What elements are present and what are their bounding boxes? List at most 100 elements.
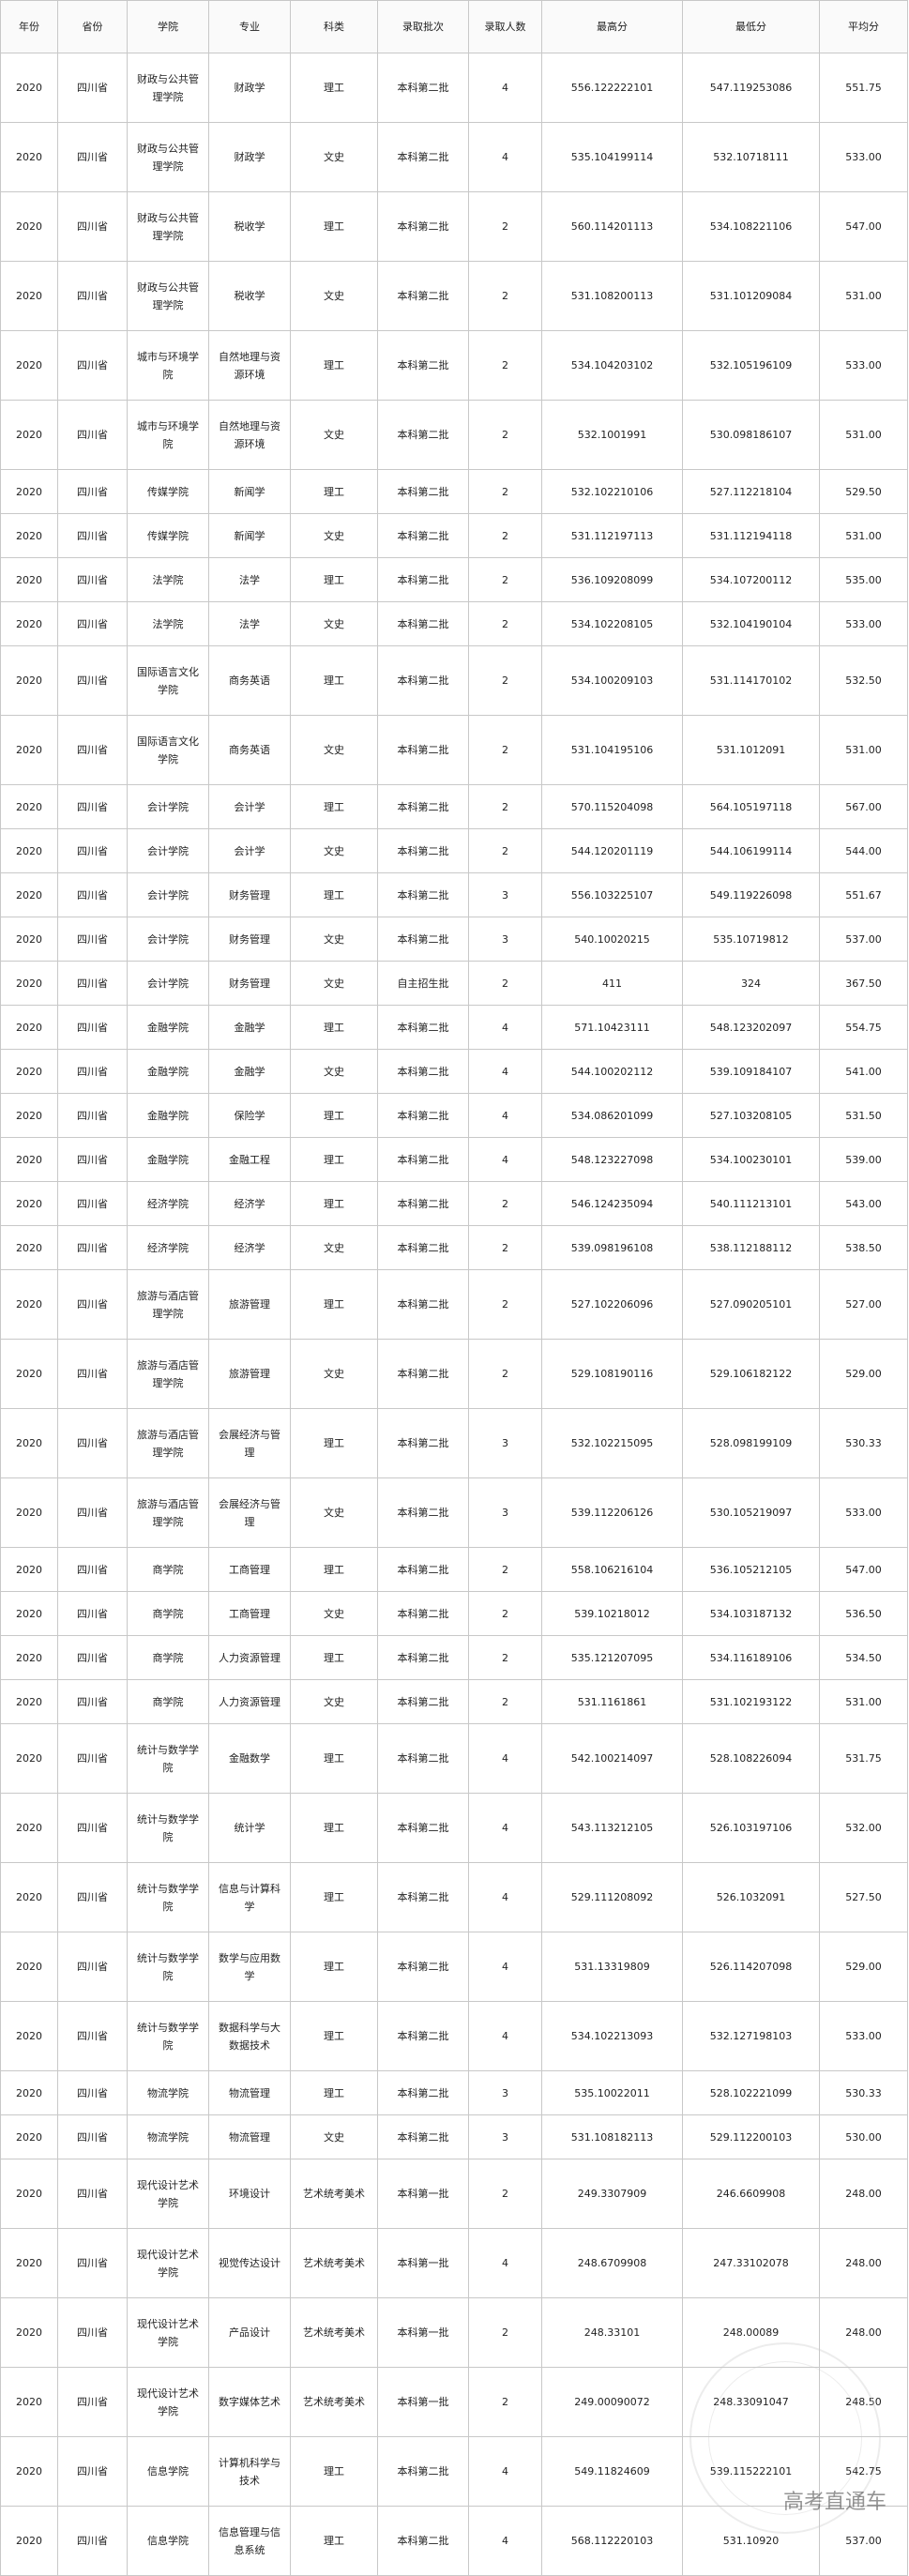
- cell-major: 旅游管理: [208, 1269, 291, 1340]
- cell-college: 会计学院: [127, 828, 209, 873]
- cell-category: 文史: [290, 1477, 378, 1548]
- cell-batch: 本科第二批: [377, 601, 469, 646]
- cell-college: 旅游与酒店管理学院: [127, 1269, 209, 1340]
- cell-count: 2: [468, 557, 542, 602]
- cell-batch: 本科第二批: [377, 261, 469, 331]
- cell-max-score: 248.6709908: [541, 2228, 683, 2298]
- cell-max-score: 544.100202112: [541, 1049, 683, 1094]
- table-row: 2020 四川省 会计学院 财务管理 理工 本科第二批 3 556.103225107 549.…: [0, 872, 908, 917]
- cell-year: 2020: [0, 1225, 58, 1270]
- cell-max-score: 535.121207095: [541, 1635, 683, 1680]
- cell-category: 理工: [290, 2070, 378, 2115]
- cell-province: 四川省: [57, 400, 128, 470]
- cell-count: 4: [468, 1862, 542, 1932]
- cell-batch: 本科第一批: [377, 2367, 469, 2437]
- cell-batch: 本科第二批: [377, 1591, 469, 1636]
- cell-count: 4: [468, 1049, 542, 1094]
- table-row: 2020 四川省 财政与公共管理学院 财政学 文史 本科第二批 4 535.104199114…: [0, 122, 908, 192]
- cell-college: 物流学院: [127, 2070, 209, 2115]
- table-row: 2020 四川省 现代设计艺术学院 视觉传达设计 艺术统考美术 本科第一批 4 248.670…: [0, 2228, 908, 2298]
- table-row: 2020 四川省 商学院 人力资源管理 理工 本科第二批 2 535.121207095 534…: [0, 1635, 908, 1680]
- header-batch: 录取批次: [377, 0, 469, 53]
- cell-count: 2: [468, 191, 542, 262]
- cell-batch: 本科第一批: [377, 2159, 469, 2229]
- cell-category: 理工: [290, 1005, 378, 1050]
- cell-major: 物流管理: [208, 2070, 291, 2115]
- cell-province: 四川省: [57, 1225, 128, 1270]
- cell-college: 现代设计艺术学院: [127, 2297, 209, 2368]
- cell-province: 四川省: [57, 1591, 128, 1636]
- header-max-score: 最高分: [541, 0, 683, 53]
- cell-min-score: 544.106199114: [682, 828, 820, 873]
- table-row: 2020 四川省 城市与环境学院 自然地理与资源环境 文史 本科第二批 2 532.10019…: [0, 400, 908, 470]
- cell-max-score: 249.00090072: [541, 2367, 683, 2437]
- cell-category: 文史: [290, 1225, 378, 1270]
- cell-avg-score: 531.00: [819, 400, 908, 470]
- cell-min-score: 526.103197106: [682, 1793, 820, 1863]
- table-row: 2020 四川省 财政与公共管理学院 税收学 文史 本科第二批 2 531.108200113…: [0, 261, 908, 331]
- cell-major: 法学: [208, 557, 291, 602]
- cell-college: 物流学院: [127, 2114, 209, 2159]
- cell-year: 2020: [0, 1339, 58, 1409]
- cell-category: 理工: [290, 191, 378, 262]
- cell-max-score: 531.104195106: [541, 715, 683, 785]
- cell-max-score: 532.1001991: [541, 400, 683, 470]
- cell-max-score: 531.112197113: [541, 513, 683, 558]
- cell-college: 金融学院: [127, 1137, 209, 1182]
- cell-year: 2020: [0, 2114, 58, 2159]
- cell-major: 会展经济与管理: [208, 1408, 291, 1478]
- cell-avg-score: 530.33: [819, 2070, 908, 2115]
- cell-batch: 本科第二批: [377, 122, 469, 192]
- cell-avg-score: 531.00: [819, 1679, 908, 1724]
- cell-min-score: 528.098199109: [682, 1408, 820, 1478]
- table-row: 2020 四川省 财政与公共管理学院 财政学 理工 本科第二批 4 556.122222101…: [0, 53, 908, 123]
- cell-min-score: 528.102221099: [682, 2070, 820, 2115]
- cell-min-score: 532.104190104: [682, 601, 820, 646]
- cell-count: 2: [468, 828, 542, 873]
- cell-batch: 本科第一批: [377, 2228, 469, 2298]
- cell-college: 旅游与酒店管理学院: [127, 1339, 209, 1409]
- cell-major: 新闻学: [208, 469, 291, 514]
- cell-college: 统计与数学学院: [127, 2001, 209, 2071]
- cell-major: 数据科学与大数据技术: [208, 2001, 291, 2071]
- cell-count: 4: [468, 1723, 542, 1794]
- header-college: 学院: [127, 0, 209, 53]
- cell-province: 四川省: [57, 601, 128, 646]
- cell-year: 2020: [0, 469, 58, 514]
- cell-category: 文史: [290, 601, 378, 646]
- cell-province: 四川省: [57, 191, 128, 262]
- cell-province: 四川省: [57, 2228, 128, 2298]
- cell-major: 金融学: [208, 1049, 291, 1094]
- cell-category: 理工: [290, 1862, 378, 1932]
- cell-year: 2020: [0, 601, 58, 646]
- cell-category: 理工: [290, 1408, 378, 1478]
- cell-college: 现代设计艺术学院: [127, 2159, 209, 2229]
- cell-major: 商务英语: [208, 715, 291, 785]
- cell-count: 3: [468, 872, 542, 917]
- cell-year: 2020: [0, 2001, 58, 2071]
- cell-major: 财务管理: [208, 961, 291, 1006]
- cell-year: 2020: [0, 1049, 58, 1094]
- cell-major: 旅游管理: [208, 1339, 291, 1409]
- cell-min-score: 534.107200112: [682, 557, 820, 602]
- cell-avg-score: 248.00: [819, 2159, 908, 2229]
- watermark-text: 高考直通车: [782, 2491, 886, 2514]
- cell-category: 文史: [290, 715, 378, 785]
- cell-province: 四川省: [57, 1181, 128, 1226]
- cell-year: 2020: [0, 2070, 58, 2115]
- cell-avg-score: 531.50: [819, 1093, 908, 1138]
- cell-min-score: 527.103208105: [682, 1093, 820, 1138]
- cell-batch: 本科第二批: [377, 2001, 469, 2071]
- cell-major: 税收学: [208, 261, 291, 331]
- cell-max-score: 529.111208092: [541, 1862, 683, 1932]
- cell-avg-score: 533.00: [819, 1477, 908, 1548]
- cell-min-score: 534.100230101: [682, 1137, 820, 1182]
- header-province: 省份: [57, 0, 128, 53]
- cell-avg-score: 534.50: [819, 1635, 908, 1680]
- cell-min-score: 531.1012091: [682, 715, 820, 785]
- cell-college: 法学院: [127, 557, 209, 602]
- cell-min-score: 530.105219097: [682, 1477, 820, 1548]
- cell-batch: 本科第二批: [377, 872, 469, 917]
- cell-college: 国际语言文化学院: [127, 715, 209, 785]
- cell-max-score: 544.120201119: [541, 828, 683, 873]
